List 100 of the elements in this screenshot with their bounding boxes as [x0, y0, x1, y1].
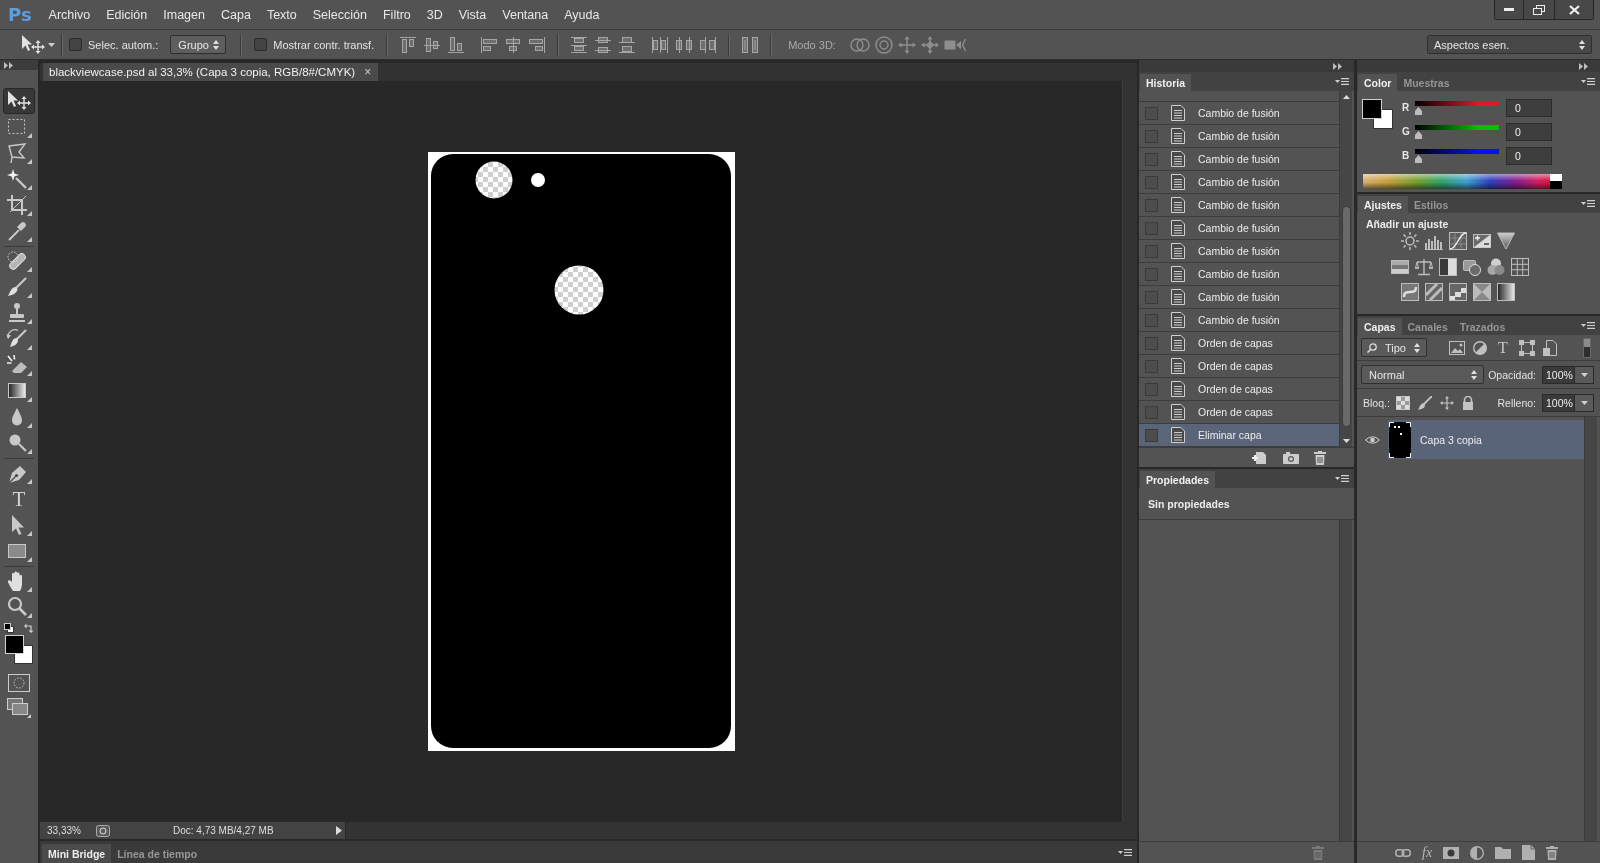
- triangle-icon[interactable]: [1497, 232, 1515, 250]
- blend-mode-dropdown[interactable]: Normal: [1361, 365, 1484, 384]
- distribute-top-icon[interactable]: [571, 36, 588, 53]
- panel-tab[interactable]: Capas: [1358, 318, 1402, 335]
- checkbox[interactable]: [254, 38, 268, 51]
- orbit-3d-icon[interactable]: [849, 35, 870, 54]
- align-bottom-icon[interactable]: [448, 36, 465, 53]
- folder-icon[interactable]: [1495, 846, 1512, 859]
- history-row[interactable]: Cambio de fusión: [1139, 148, 1339, 171]
- trash-icon[interactable]: [1546, 845, 1559, 860]
- distribute-left-icon[interactable]: [652, 36, 669, 53]
- menu-item[interactable]: Archivo: [40, 0, 99, 29]
- auto-align-icon[interactable]: [742, 36, 759, 53]
- plus-minus-icon[interactable]: [1473, 232, 1491, 250]
- fill-field[interactable]: 100%: [1542, 393, 1575, 412]
- swirl-square-icon[interactable]: [1401, 283, 1419, 301]
- trash-icon[interactable]: [1314, 450, 1326, 465]
- opacity-slider-button[interactable]: [1575, 365, 1594, 384]
- checkbox[interactable]: [69, 38, 82, 51]
- distribute-horizontal-centers-icon[interactable]: [676, 36, 693, 53]
- diagonal-stripes-icon[interactable]: [1425, 283, 1443, 301]
- menu-item[interactable]: 3D: [418, 0, 451, 29]
- menu-item[interactable]: Imagen: [155, 0, 213, 29]
- panel-tab[interactable]: Ajustes: [1358, 196, 1408, 213]
- channel-value-field[interactable]: 0: [1506, 123, 1552, 141]
- properties-scrollbar[interactable]: [1339, 520, 1352, 841]
- auto-select-target-dropdown[interactable]: Grupo: [170, 35, 227, 54]
- tool-preset-picker[interactable]: [20, 33, 55, 56]
- distribute-right-icon[interactable]: [700, 36, 717, 53]
- move-lock-icon[interactable]: [1439, 395, 1454, 410]
- slider-thumb[interactable]: [1415, 155, 1422, 163]
- align-left-icon[interactable]: [481, 36, 498, 53]
- close-button[interactable]: [1554, 0, 1593, 19]
- history-row[interactable]: Orden de capas: [1139, 355, 1339, 378]
- drag-3d-icon[interactable]: [897, 35, 916, 54]
- scrollbar-thumb[interactable]: [1341, 206, 1351, 427]
- balance-scale-icon[interactable]: [1415, 258, 1433, 276]
- channel-value-field[interactable]: 0: [1506, 99, 1552, 117]
- half-filled-circle-icon[interactable]: [1470, 845, 1485, 860]
- minimize-button[interactable]: [1495, 0, 1523, 19]
- play-arrow-icon[interactable]: [336, 826, 342, 835]
- filter-kind-dropdown[interactable]: Tipo: [1361, 338, 1427, 357]
- panel-menu-icon[interactable]: [1118, 848, 1132, 856]
- smart-object-filter-icon[interactable]: [1543, 339, 1557, 356]
- swap-colors-icon[interactable]: [24, 623, 34, 633]
- history-row[interactable]: Cambio de fusión: [1139, 102, 1339, 125]
- align-right-icon[interactable]: [529, 36, 546, 53]
- history-row[interactable]: Eliminar capa: [1139, 424, 1339, 447]
- color-bars-icon[interactable]: [1391, 258, 1409, 276]
- panel-tab[interactable]: Mini Bridge: [42, 844, 112, 863]
- restore-button[interactable]: [1523, 0, 1554, 19]
- document-tab[interactable]: blackviewcase.psd al 33,3% (Capa 3 copia, RGB/8#/CMYK) ×: [43, 63, 379, 81]
- scroll-down-icon[interactable]: [1342, 439, 1350, 443]
- layers-scrollbar[interactable]: [1584, 417, 1597, 841]
- new-layer-icon[interactable]: [1522, 845, 1536, 860]
- gradient-square-icon[interactable]: [1497, 283, 1515, 301]
- eye-icon[interactable]: [1365, 434, 1380, 445]
- half-square-icon[interactable]: [1439, 258, 1457, 276]
- panel-menu-icon[interactable]: [1335, 475, 1349, 482]
- video-camera-icon[interactable]: [943, 37, 966, 52]
- padlock-icon[interactable]: [1461, 395, 1474, 410]
- link-icon[interactable]: [1395, 848, 1411, 857]
- distribute-bottom-icon[interactable]: [619, 36, 636, 53]
- color-swatches-icon[interactable]: [5, 635, 33, 664]
- history-row[interactable]: Cambio de fusión: [1139, 194, 1339, 217]
- distribute-vertical-centers-icon[interactable]: [595, 36, 612, 53]
- menu-item[interactable]: Filtro: [374, 0, 419, 29]
- menu-item[interactable]: Edición: [98, 0, 156, 29]
- menu-item[interactable]: Vista: [450, 0, 495, 29]
- history-row[interactable]: Cambio de fusión: [1139, 125, 1339, 148]
- collapse-panels-icon[interactable]: [1579, 62, 1588, 70]
- panel-tab[interactable]: Estilos: [1407, 196, 1455, 213]
- panel-menu-icon[interactable]: [1581, 322, 1595, 329]
- image-filter-icon[interactable]: [1449, 340, 1465, 355]
- history-scrollbar[interactable]: [1339, 91, 1352, 447]
- workspace-dropdown[interactable]: Aspectos esen.: [1427, 35, 1592, 54]
- move-tool-button[interactable]: [3, 88, 35, 114]
- screen-mode-icon[interactable]: [7, 698, 31, 718]
- menu-item[interactable]: Capa: [213, 0, 259, 29]
- align-vertical-centers-icon[interactable]: [424, 36, 441, 53]
- align-top-icon[interactable]: [400, 36, 417, 53]
- history-row[interactable]: Cambio de fusión: [1139, 240, 1339, 263]
- history-row[interactable]: Cambio de fusión: [1139, 309, 1339, 332]
- new-document-icon[interactable]: [1252, 450, 1268, 465]
- step-stripes-icon[interactable]: [1449, 283, 1467, 301]
- close-tab-button[interactable]: ×: [364, 65, 372, 79]
- roll-3d-icon[interactable]: [874, 35, 893, 54]
- slider-thumb[interactable]: [1415, 107, 1422, 115]
- three-circles-icon[interactable]: [1487, 258, 1505, 276]
- menu-item[interactable]: Ayuda: [556, 0, 608, 29]
- layer-style-button[interactable]: fx: [1422, 844, 1433, 861]
- curve-grid-icon[interactable]: [1449, 232, 1467, 250]
- history-row[interactable]: Cambio de fusión: [1139, 263, 1339, 286]
- panel-tab[interactable]: Historia: [1140, 74, 1192, 91]
- panel-tab[interactable]: Línea de tiempo: [111, 844, 204, 863]
- quick-mask-icon[interactable]: [8, 674, 30, 692]
- panel-tab[interactable]: Muestras: [1397, 74, 1456, 91]
- half-circle-filter-icon[interactable]: [1473, 340, 1487, 355]
- opacity-field[interactable]: 100%: [1542, 365, 1575, 384]
- horizontal-scrollbar[interactable]: [345, 822, 1137, 839]
